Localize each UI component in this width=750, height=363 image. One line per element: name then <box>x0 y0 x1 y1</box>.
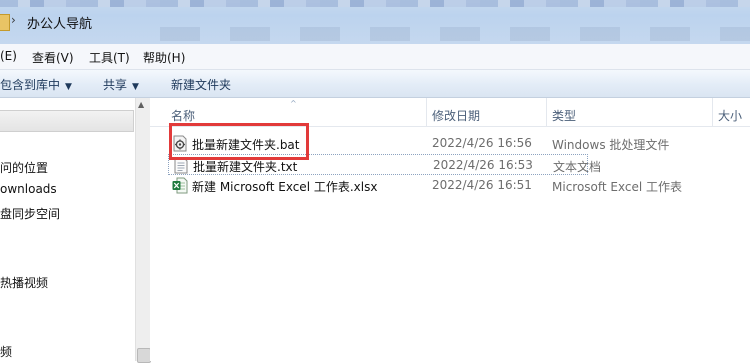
column-divider[interactable] <box>546 98 547 126</box>
address-current-folder[interactable]: 办公人导航 <box>27 13 92 32</box>
share-label: 共享 <box>103 78 128 92</box>
nav-item-recent-places[interactable]: 问的位置 <box>0 159 48 176</box>
share-button[interactable]: 共享 ▼ <box>103 76 139 93</box>
column-header-size[interactable]: 大小 <box>718 107 742 124</box>
column-header-name[interactable]: 名称 <box>171 107 195 124</box>
file-date: 2022/4/26 16:56 <box>432 136 532 150</box>
file-type: 文本文档 <box>553 160 602 174</box>
file-name: 批量新建文件夹.txt <box>193 160 298 174</box>
menu-view[interactable]: 查看(V) <box>32 49 74 66</box>
column-header-type[interactable]: 类型 <box>552 107 576 124</box>
menu-help[interactable]: 帮助(H) <box>143 49 185 66</box>
column-header-date[interactable]: 修改日期 <box>432 107 480 124</box>
menu-bar: (E) 查看(V) 工具(T) 帮助(H) <box>0 44 750 70</box>
folder-icon <box>0 14 10 31</box>
title-bar: › 办公人导航 <box>0 0 750 44</box>
nav-item-downloads[interactable]: ownloads <box>0 182 57 196</box>
menu-edit[interactable]: (E) <box>0 49 17 63</box>
menu-tools[interactable]: 工具(T) <box>89 49 130 66</box>
nav-item-videos[interactable]: 频 <box>0 343 12 360</box>
column-divider[interactable] <box>426 98 427 126</box>
file-date: 2022/4/26 16:53 <box>433 158 533 172</box>
new-folder-button[interactable]: 新建文件夹 <box>171 76 231 93</box>
navigation-pane: 问的位置 ownloads 盘同步空间 热播视频 频 ▲ <box>0 98 151 363</box>
chevron-down-icon: ▼ <box>65 82 72 92</box>
excel-file-icon <box>172 177 188 194</box>
file-type: Windows 批处理文件 <box>552 138 670 152</box>
nav-selected-item[interactable] <box>0 110 134 132</box>
include-in-library-label: 包含到库中 <box>0 78 61 92</box>
column-divider[interactable] <box>712 98 713 126</box>
nav-item-sync-space[interactable]: 盘同步空间 <box>0 205 60 222</box>
nav-scrollbar[interactable]: ▲ <box>135 98 151 363</box>
blurred-region <box>160 27 750 41</box>
sort-ascending-icon: ^ <box>290 99 297 108</box>
red-highlight-annotation <box>169 123 309 160</box>
file-row[interactable]: 新建 Microsoft Excel 工作表.xlsx 2022/4/26 16… <box>168 175 750 196</box>
address-separator[interactable]: › <box>11 13 16 27</box>
file-name: 新建 Microsoft Excel 工作表.xlsx <box>192 180 378 194</box>
nav-item-hot-videos[interactable]: 热播视频 <box>0 274 48 291</box>
file-type: Microsoft Excel 工作表 <box>552 180 683 194</box>
scroll-up-arrow-icon[interactable]: ▲ <box>138 100 144 109</box>
include-in-library-button[interactable]: 包含到库中 ▼ <box>0 76 72 93</box>
blurred-taskbar-strip <box>0 0 750 7</box>
command-toolbar: 包含到库中 ▼ 共享 ▼ 新建文件夹 <box>0 70 750 98</box>
file-date: 2022/4/26 16:51 <box>432 178 532 192</box>
chevron-down-icon: ▼ <box>132 82 139 92</box>
